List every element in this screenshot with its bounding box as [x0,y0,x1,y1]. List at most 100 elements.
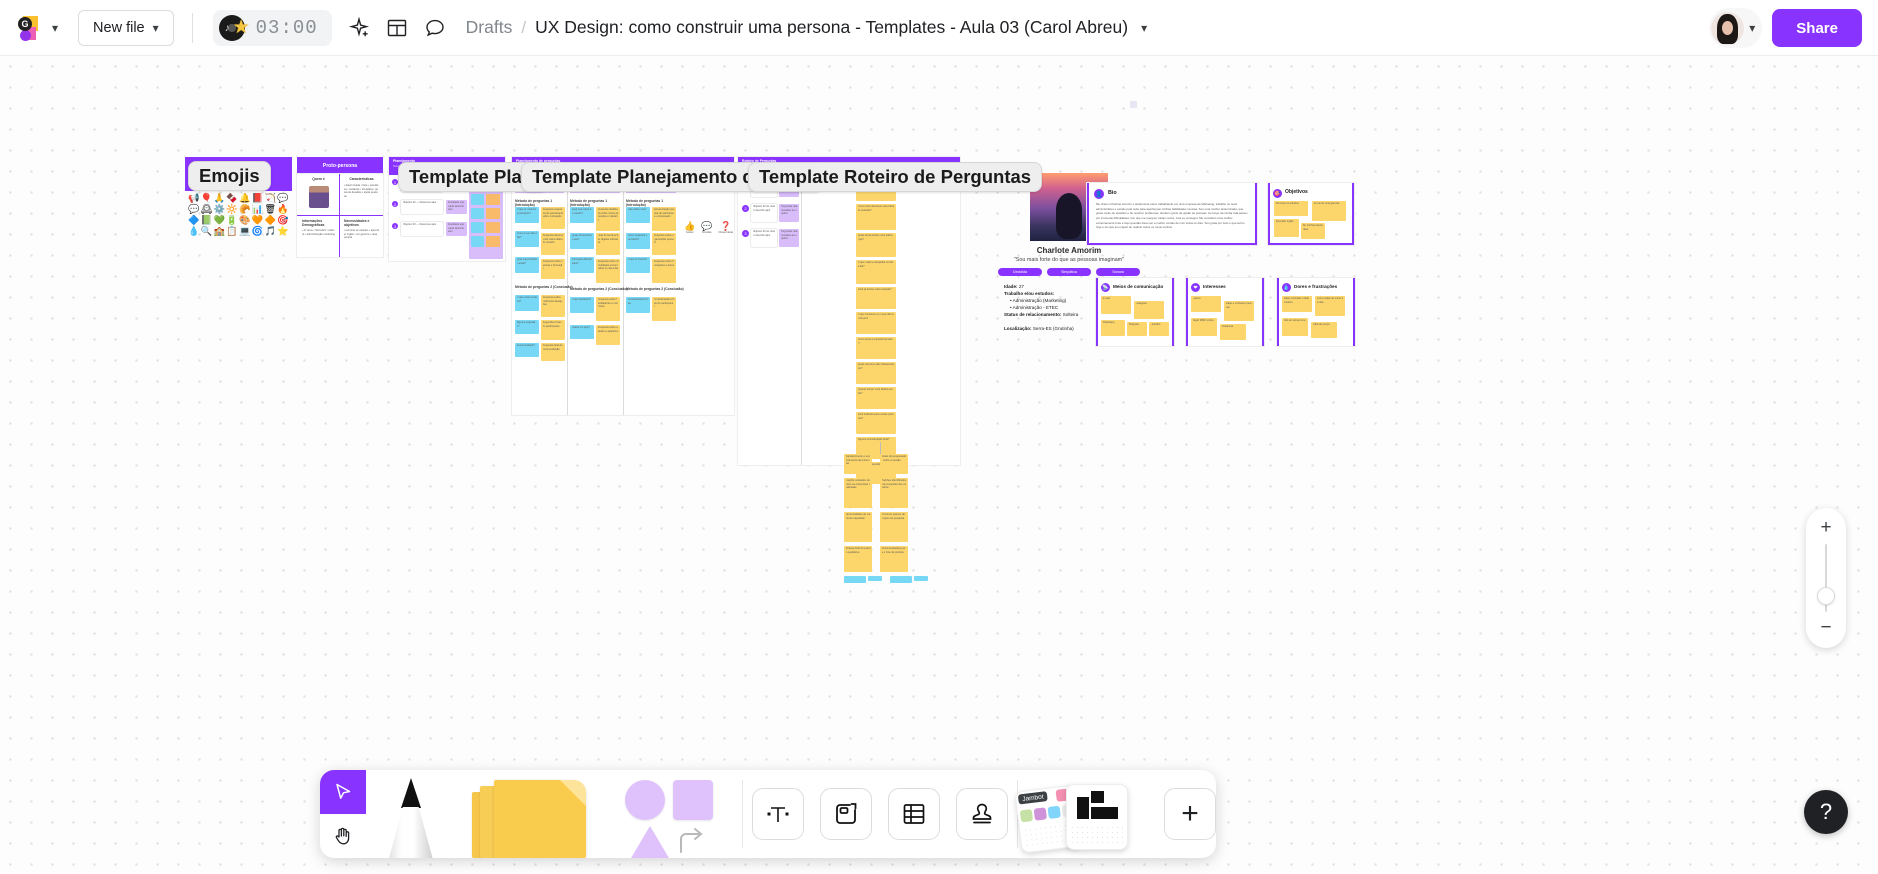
dor-note: Falta de tempo [1312,323,1330,326]
zoom-slider[interactable] [1818,544,1834,612]
interesses-title: Interesses [1203,284,1226,289]
meio-note: Telegram [1128,323,1140,326]
shapes-tool[interactable] [625,774,725,858]
persona-study: Administração (Marketing) [1012,298,1067,304]
pan-tool[interactable] [320,814,366,858]
meio-note: LinkedIn [1150,323,1161,326]
jamboard-glyph-icon [1077,791,1119,821]
dores-title: Dores e frustrações [1294,284,1338,289]
frame-label-template-roteiro[interactable]: Template Roteiro de Perguntas [748,162,1043,192]
interesse-note: Viajar e conhecer pessoas [1225,302,1252,309]
help-label: ? [1819,799,1833,824]
persona-tag[interactable]: Simpática [1047,268,1091,276]
interesse-note: Leitura [1192,297,1201,300]
help-button[interactable]: ? [1804,790,1848,834]
persona-card-interesses[interactable]: ❤ Interesses Leitura Viajar e conhecer p… [1186,278,1264,346]
account-button[interactable]: ▾ [1709,8,1763,48]
meio-note: Instagram [1135,302,1148,305]
frame-tool[interactable] [819,788,872,840]
heart-icon: ❤ [1191,283,1200,292]
add-widget-button[interactable]: + [1164,788,1216,840]
dor-note: Saber controlar o lado emotivo [1283,297,1310,304]
proto-persona-title: Proto-persona [322,162,358,169]
share-button[interactable]: Share [1772,9,1862,47]
objetivos-title: Objetivos [1285,189,1308,195]
persona-tags: Decidida Simpática Sonora [990,268,1148,276]
persona-tag[interactable]: Sonora [1096,268,1140,276]
proto-sec-title: Características [349,177,374,181]
bio-text: Me chamo Charlote Amorim e atualmente es… [1096,202,1248,230]
breadcrumb-drafts[interactable]: Drafts [466,17,513,38]
toolbar-widgets-group: Jambot + [1014,770,1216,858]
frame-template-roteiro[interactable]: Roteiro de Perguntas Template para monta… [738,157,960,484]
jambot-label: Jambot [1017,791,1049,805]
header-divider [191,12,193,43]
jamboard-logo-icon [14,14,42,42]
frame-proto-persona[interactable]: Proto-persona Quem é Características • d… [297,157,383,257]
comment-bubble-icon[interactable] [416,9,454,47]
table-tool[interactable] [887,788,940,840]
persona-field-label: Status de relacionamento: [1004,312,1062,318]
zoom-controls: + − [1806,508,1846,648]
zoom-out-button[interactable]: − [1811,617,1841,639]
dor-note: Não ter tempo livre [1283,319,1306,322]
meio-note: E-mail [1102,297,1110,300]
persona-field-label: Localização: [1004,325,1032,331]
timer-button[interactable]: ★ 03:00 [212,9,332,46]
persona-name: Charlote Amorim [1036,246,1102,255]
persona-card-dores[interactable]: 💧 Dores e frustrações Saber controlar o … [1277,278,1355,346]
roteiro-lower-cluster[interactable]: Agradecimento e encerramento da entrevis… [838,442,930,583]
persona-field-value: 27 [1018,284,1024,289]
select-tool[interactable] [320,770,367,814]
header-right-group: ▾ Share [1709,0,1862,56]
whiteboard-canvas[interactable]: 📢 🎈 🙏 🍫 🔔 📕 🏹 💬 💬 🕰 ⚙️ 🔆 🥐 📊 🗑 🔥 🔷 📗 💚 🔋 🎨 🧡 🔶 🎯 💧 🔍 🏫 📋 💻 🌀 🎵 ⭐ Emo… [0,56,1878,874]
stray-sticky[interactable] [1130,101,1137,108]
stamp-tool[interactable] [955,788,1008,840]
interesse-note: Jogar MMO online [1192,319,1214,322]
bio-title: Bio [1108,190,1117,196]
persona-quote: "Sou mais forte do que as pessoas imagin… [1013,257,1125,263]
new-file-chevron-down-icon: ▾ [152,20,159,35]
sparkle-icon[interactable] [340,9,378,47]
persona-card-objetivos[interactable]: 🎯 Objetivos Terminar os estudos Se torna… [1268,183,1354,245]
widget-cluster[interactable]: Jambot [1014,774,1148,854]
persona-tag[interactable]: Decidida [998,268,1042,276]
meios-title: Meios de comunicação [1113,284,1164,289]
toolbar-creative-group [366,770,741,858]
new-file-button[interactable]: New file ▾ [78,9,174,46]
dor-note: Como voltar ao início da vida [1316,297,1344,304]
person-icon: 👤 [1094,189,1104,199]
layout-template-icon[interactable] [378,9,416,47]
logo-chevron-down-icon[interactable]: ▾ [48,13,62,43]
interesse-note: Academia [1221,325,1234,328]
pen-tool[interactable] [383,774,439,858]
page-title[interactable]: UX Design: como construir uma persona - … [535,17,1128,38]
avatar-chevron-down-icon: ▾ [1749,21,1756,35]
frame-template-planejamento[interactable]: Planejamento de perguntas Template para … [512,157,734,415]
drop-icon: 💧 [1282,283,1291,292]
zoom-slider-knob[interactable] [1818,588,1834,604]
frame-label-emojis[interactable]: Emojis [188,161,271,191]
jamboard-app: ▾ New file ▾ ★ 03:00 [0,0,1878,874]
breadcrumb: Drafts / UX Design: como construir uma p… [466,17,1147,38]
text-tool[interactable] [751,788,804,840]
persona-card-bio[interactable]: 👤 Bio Me chamo Charlote Amorim e atualme… [1087,183,1257,245]
title-chevron-down-icon[interactable]: ▾ [1141,22,1147,34]
persona-field-value: Serra-ES (Grutinha) [1032,325,1074,331]
breadcrumb-separator: / [521,17,527,37]
objetivo-note: Terminar os estudos [1275,202,1299,205]
persona-study: Administração - ETEC [1012,305,1059,311]
toolbar-mode-group [320,770,367,858]
zoom-in-button[interactable]: + [1811,517,1841,539]
persona-field-value: Solteira [1062,312,1079,318]
template-widget-card[interactable] [1066,784,1129,850]
persona-field-label: Trabalho e/ou estudos: [1004,291,1055,297]
toolbar-objects-group [743,770,1017,858]
persona-field-label: Idade: [1004,284,1018,289]
logo-group[interactable]: ▾ [14,13,62,43]
objetivo-note: Se tornar uma gerente [1313,202,1340,205]
sticky-note-tool[interactable] [471,774,592,858]
emoji-grid[interactable]: 📢 🎈 🙏 🍫 🔔 📕 🏹 💬 💬 🕰 ⚙️ 🔆 🥐 📊 🗑 🔥 🔷 📗 💚 🔋 🎨 🧡 🔶 🎯 💧 🔍 🏫 📋 💻 🌀 🎵 ⭐ [185,191,292,238]
persona-card-meios[interactable]: 📡 Meios de comunicação E-mail Instagram … [1096,278,1174,346]
app-header: ▾ New file ▾ ★ 03:00 [0,0,1878,56]
